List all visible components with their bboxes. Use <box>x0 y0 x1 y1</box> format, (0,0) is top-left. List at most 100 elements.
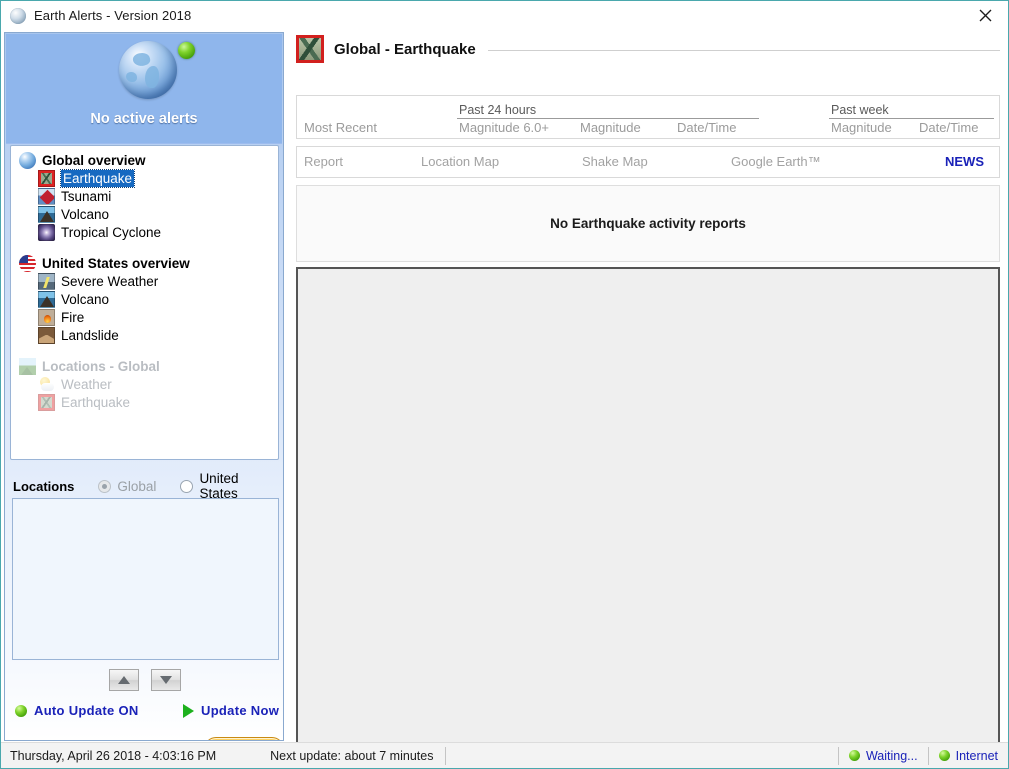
application-window: Earth Alerts - Version 2018 No active al… <box>0 0 1009 769</box>
status-internet: Internet <box>929 749 1008 763</box>
auto-update-toggle[interactable]: Auto Update ON <box>15 703 139 718</box>
group-rule-past-week <box>829 118 994 119</box>
about-button[interactable]: About <box>123 739 176 740</box>
alert-globe-icon <box>119 41 177 99</box>
status-internet-label: Internet <box>955 748 998 763</box>
status-next-update: Next update: about 7 minutes <box>270 748 434 763</box>
locations-list[interactable] <box>12 498 279 660</box>
tree-item-label: Weather <box>61 376 112 392</box>
auto-update-label: Auto Update ON <box>34 703 139 718</box>
us-flag-icon <box>19 254 36 272</box>
update-now-button[interactable]: Update Now <box>183 703 279 718</box>
internet-status-dot <box>938 750 950 761</box>
map-view[interactable] <box>296 267 1000 748</box>
tree-item-label: Volcano <box>61 291 110 307</box>
tree-item-label: Fire <box>61 309 85 325</box>
tree-item-label: Volcano <box>61 206 110 222</box>
group-label-past-24-hours: Past 24 hours <box>459 103 537 117</box>
column-magnitude-60: Magnitude 6.0+ <box>459 120 549 135</box>
page-title: Global - Earthquake <box>334 40 476 58</box>
globe-icon <box>19 151 36 169</box>
arrow-down-icon[interactable] <box>151 669 181 691</box>
radio-global[interactable]: Global <box>98 479 156 494</box>
radio-global-indicator <box>98 479 112 493</box>
action-links-bar: Report Location Map Shake Map Google Ear… <box>296 146 1000 178</box>
status-bar: Thursday, April 26 2018 - 4:03:16 PM Nex… <box>1 742 1008 768</box>
tree-group-global: Global overview Earthquake Tsunami Volca… <box>11 151 278 241</box>
google-earth-link[interactable]: Google Earth™ <box>731 154 821 169</box>
app-globe-icon <box>10 7 26 24</box>
weather-icon <box>38 376 55 393</box>
tree-header-locations-global: Locations - Global <box>11 357 278 375</box>
tree-header-label: Global overview <box>42 152 146 168</box>
report-link[interactable]: Report <box>304 154 343 169</box>
main-content: Global - Earthquake Past 24 hours Past w… <box>291 32 1005 768</box>
sidebar-item-earthquake-global[interactable]: Earthquake <box>11 168 278 188</box>
sidebar-item-weather-locations: Weather <box>11 375 278 393</box>
tree-header-label: United States overview <box>42 255 190 271</box>
tools-icon <box>56 739 86 740</box>
play-icon <box>183 703 194 718</box>
column-datetime-week: Date/Time <box>919 120 979 135</box>
tree-item-label: Earthquake <box>59 168 136 188</box>
group-rule-past-24-hours <box>457 118 759 119</box>
about-label: About <box>123 739 176 740</box>
status-waiting: Waiting... <box>839 749 928 763</box>
locations-icon <box>19 357 36 375</box>
window-title: Earth Alerts - Version 2018 <box>34 8 192 23</box>
group-label-past-week: Past week <box>831 103 889 117</box>
alert-category-tree: Global overview Earthquake Tsunami Volca… <box>10 145 279 460</box>
earthquake-icon <box>38 169 55 187</box>
report-empty-message: No Earthquake activity reports <box>550 216 746 231</box>
radio-united-states-label: United States <box>199 471 239 501</box>
sidebar-item-tropical-cyclone-global[interactable]: Tropical Cyclone <box>11 223 278 241</box>
sidebar-item-tsunami-global[interactable]: Tsunami <box>11 187 278 205</box>
radio-united-states[interactable]: United States <box>180 471 279 501</box>
earthquake-icon <box>296 35 324 63</box>
radio-united-states-indicator <box>180 479 194 493</box>
tree-item-label: Landslide <box>61 327 119 343</box>
landslide-icon <box>38 326 55 344</box>
tsunami-icon <box>38 187 55 205</box>
sidebar-item-fire-us[interactable]: Fire <box>11 308 278 326</box>
status-waiting-label: Waiting... <box>865 748 918 763</box>
waiting-status-dot <box>848 750 860 761</box>
column-magnitude-week: Magnitude <box>831 120 892 135</box>
status-datetime: Thursday, April 26 2018 - 4:03:16 PM <box>10 748 217 763</box>
cyclone-icon <box>38 223 55 241</box>
tree-group-locations: Locations - Global Weather Earthquake <box>11 357 278 411</box>
sidebar-item-severe-weather-us[interactable]: Severe Weather <box>11 272 278 290</box>
sidebar-bottom-toolbar: Settings About Donate <box>5 733 283 740</box>
volcano-icon <box>38 290 55 308</box>
location-map-link[interactable]: Location Map <box>421 154 499 169</box>
report-panel: No Earthquake activity reports <box>296 185 1000 262</box>
locations-label: Locations <box>13 478 75 494</box>
tree-item-label: Tropical Cyclone <box>61 224 162 240</box>
tree-item-label: Earthquake <box>61 394 131 410</box>
tree-group-united-states: United States overview Severe Weather Vo… <box>11 254 278 344</box>
news-link[interactable]: NEWS <box>945 154 984 169</box>
alert-status-text: No active alerts <box>90 111 198 127</box>
tree-header-united-states-overview[interactable]: United States overview <box>11 254 278 272</box>
sidebar-item-landslide-us[interactable]: Landslide <box>11 326 278 344</box>
donate-button[interactable]: Donate <box>204 737 283 740</box>
sidebar-item-earthquake-locations: Earthquake <box>11 393 278 411</box>
locations-scroll-buttons <box>5 669 283 691</box>
tree-item-label: Severe Weather <box>61 273 159 289</box>
shake-map-link[interactable]: Shake Map <box>582 154 648 169</box>
volcano-icon <box>38 205 55 223</box>
sidebar-item-volcano-us[interactable]: Volcano <box>11 290 278 308</box>
update-now-label: Update Now <box>201 703 280 718</box>
tree-header-global-overview[interactable]: Global overview <box>11 151 278 169</box>
update-controls: Auto Update ON Update Now <box>5 703 283 723</box>
header-divider <box>487 49 1000 51</box>
radio-global-label: Global <box>117 478 157 494</box>
arrow-up-icon[interactable] <box>109 669 139 691</box>
locations-selector: Locations Global United States <box>10 471 279 501</box>
settings-button[interactable]: Settings <box>15 739 86 740</box>
auto-update-status-dot <box>15 704 27 717</box>
main-header: Global - Earthquake <box>296 34 1000 64</box>
sidebar-item-volcano-global[interactable]: Volcano <box>11 205 278 223</box>
close-icon[interactable] <box>962 1 1008 30</box>
sidebar: No active alerts Global overview Earthqu… <box>4 32 284 741</box>
